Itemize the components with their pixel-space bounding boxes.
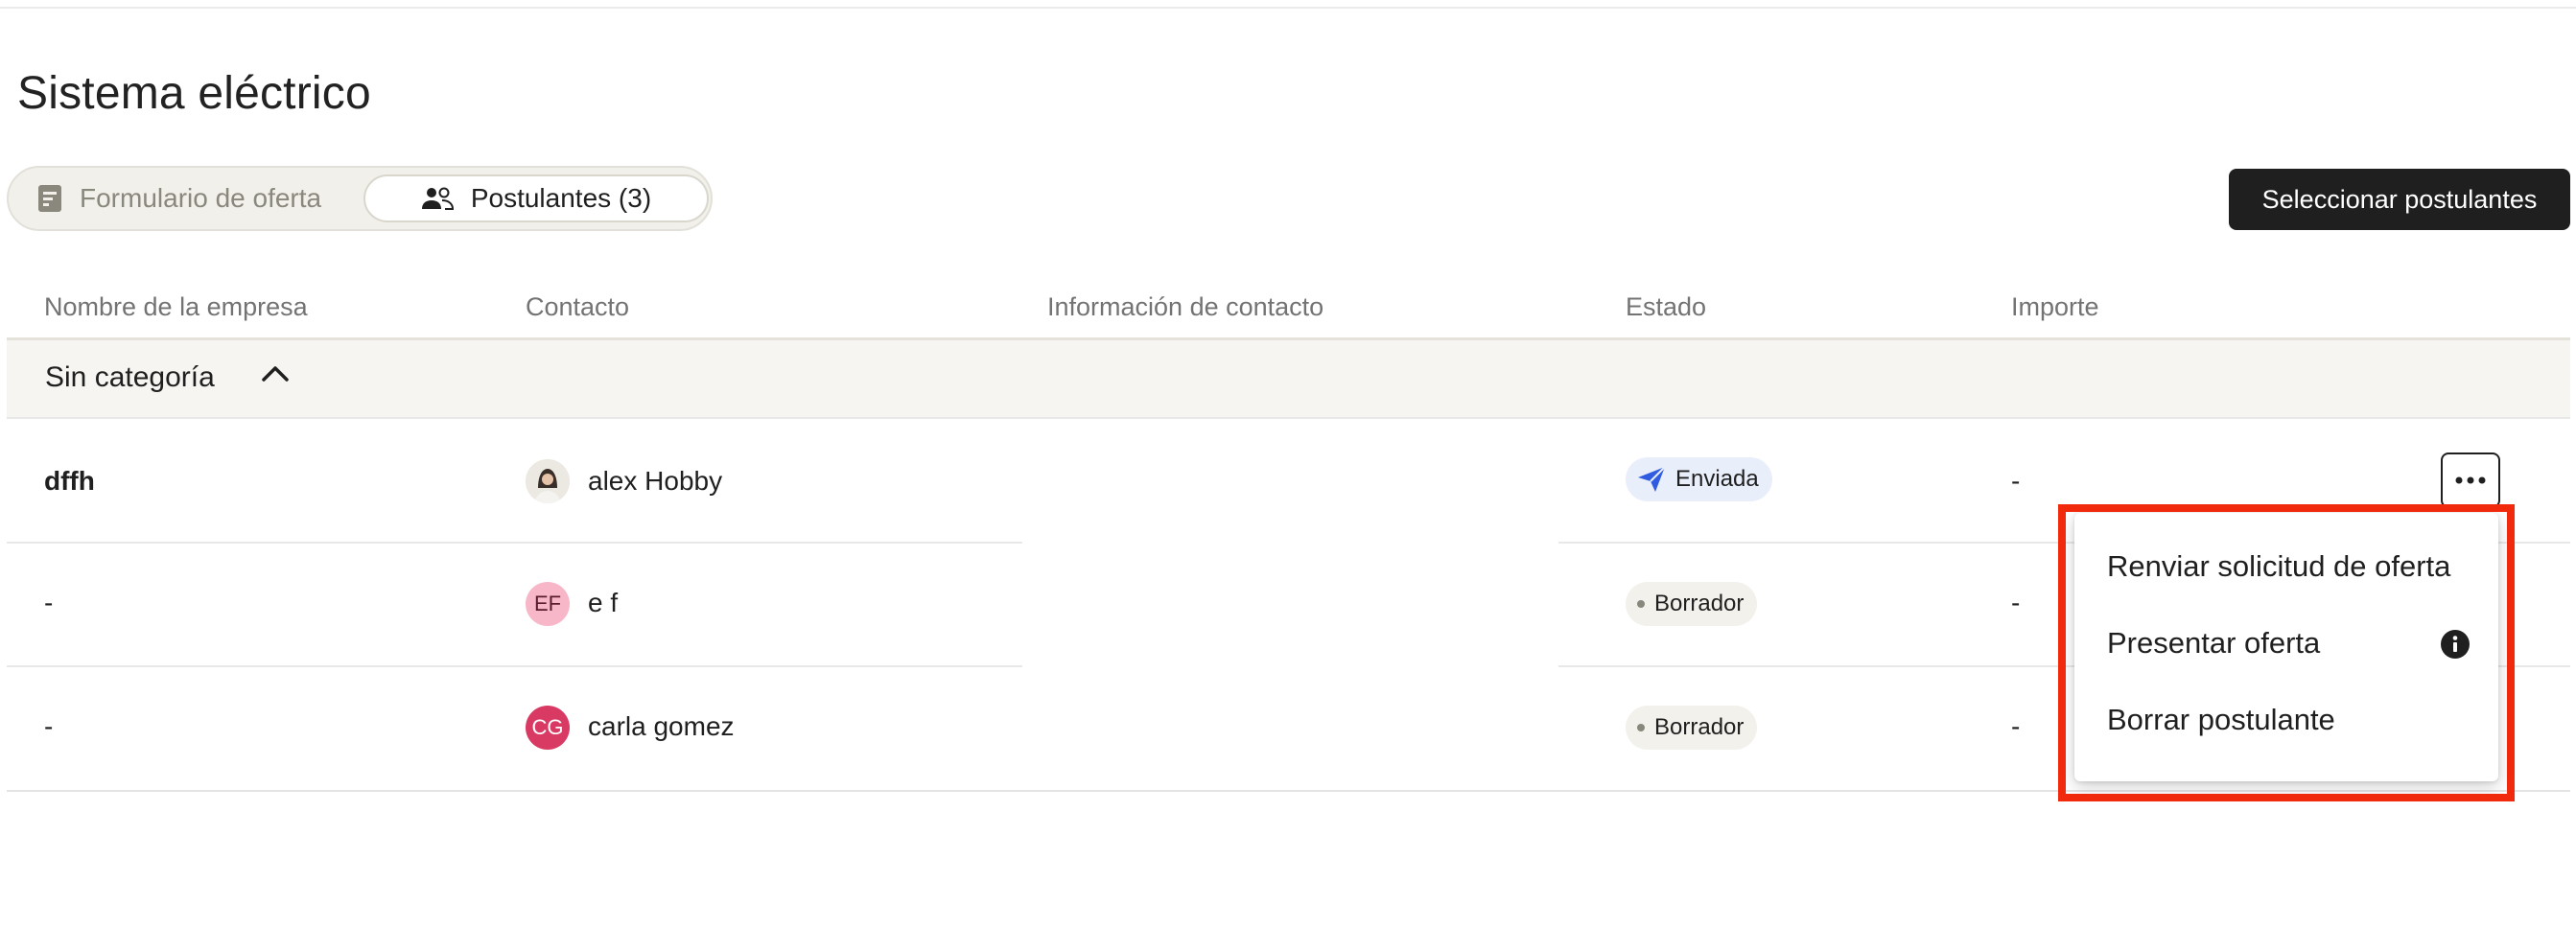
row-actions-button[interactable]: [2441, 452, 2500, 508]
status-badge: Enviada: [1626, 457, 1772, 501]
amount: -: [2011, 466, 2021, 496]
contact-name: e f: [588, 588, 619, 617]
tab-label: Formulario de oferta: [80, 183, 322, 213]
view-switcher: Formulario de oferta Postulantes (3): [7, 166, 713, 231]
company-name: dffh: [44, 466, 95, 496]
menu-item-resend-request[interactable]: Renviar solicitud de oferta: [2107, 549, 2450, 584]
more-horizontal-icon: [2455, 476, 2486, 484]
contact-name: alex Hobby: [588, 466, 723, 496]
column-header-amount[interactable]: Importe: [2011, 292, 2099, 322]
group-label: Sin categoría: [45, 361, 215, 393]
select-applicants-button[interactable]: Seleccionar postulantes: [2229, 169, 2570, 230]
menu-item-submit-offer[interactable]: Presentar oferta: [2107, 626, 2320, 661]
tab-postulantes[interactable]: Postulantes (3): [363, 174, 709, 222]
status-badge: Borrador: [1626, 582, 1758, 626]
company-name: -: [44, 588, 54, 617]
chevron-up-icon[interactable]: [261, 363, 290, 384]
top-divider: [0, 7, 2576, 9]
column-header-company[interactable]: Nombre de la empresa: [44, 292, 308, 322]
contact-name: carla gomez: [588, 711, 735, 741]
dot-icon: [1637, 600, 1645, 608]
avatar: [526, 459, 570, 503]
paper-plane-icon: [1637, 466, 1666, 493]
page-title: Sistema eléctrico: [17, 68, 371, 119]
status-label: Borrador: [1654, 591, 1745, 616]
column-header-contact-info[interactable]: Información de contacto: [1047, 292, 1323, 322]
users-icon: [421, 186, 454, 211]
column-header-contact[interactable]: Contacto: [526, 292, 629, 322]
tab-label: Postulantes (3): [470, 183, 652, 213]
dot-icon: [1637, 724, 1645, 731]
amount: -: [2011, 711, 2021, 741]
status-label: Borrador: [1654, 714, 1745, 740]
company-name: -: [44, 711, 54, 741]
tab-formulario-de-oferta[interactable]: Formulario de oferta: [37, 168, 354, 229]
row-actions-menu: Renviar solicitud de oferta Presentar of…: [2074, 513, 2498, 781]
column-header-status[interactable]: Estado: [1626, 292, 1706, 322]
info-icon[interactable]: [2440, 629, 2471, 660]
status-badge: Borrador: [1626, 706, 1758, 750]
menu-item-delete-applicant[interactable]: Borrar postulante: [2107, 703, 2335, 737]
avatar: CG: [526, 706, 570, 750]
status-label: Enviada: [1675, 466, 1759, 492]
table-bottom-divider: [7, 790, 2570, 792]
form-document-icon: [37, 184, 62, 213]
avatar: EF: [526, 582, 570, 626]
group-header[interactable]: Sin categoría: [7, 340, 2570, 417]
amount: -: [2011, 588, 2021, 617]
